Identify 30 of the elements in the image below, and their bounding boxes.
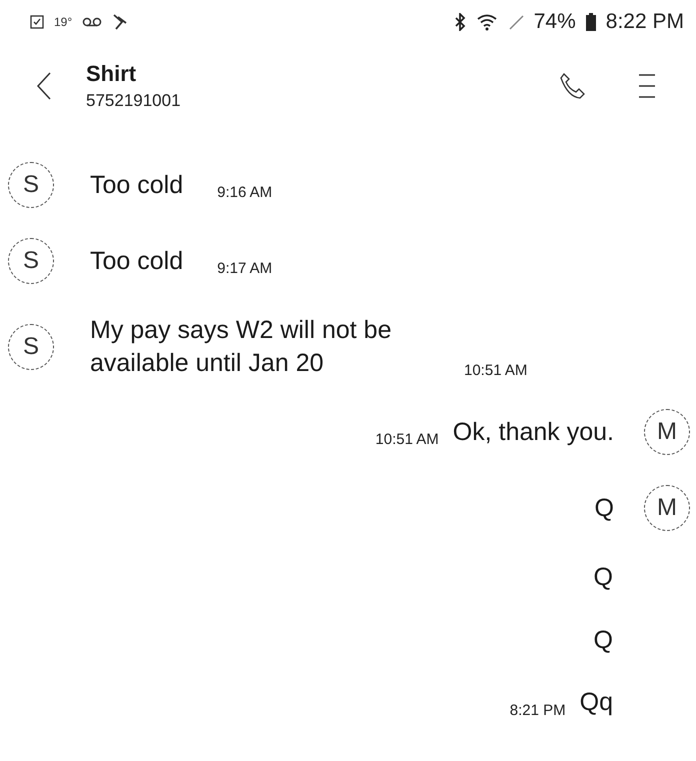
message-text: Q — [594, 624, 613, 656]
battery-icon — [586, 13, 596, 31]
back-icon[interactable] — [36, 71, 52, 101]
message-time: 9:16 AM — [217, 184, 272, 202]
message-text: Ok, thank you. — [452, 416, 614, 448]
message-text: Too cold — [90, 170, 184, 201]
wifi-icon — [476, 13, 498, 31]
avatar[interactable]: S — [8, 162, 54, 208]
phone-number: 5752191001 — [86, 91, 181, 111]
message-time: 8:21 PM — [510, 702, 566, 718]
menu-icon[interactable] — [638, 73, 656, 99]
avatar[interactable]: M — [644, 409, 690, 455]
voicemail-icon — [82, 17, 102, 27]
clock: 8:22 PM — [606, 10, 684, 34]
avatar[interactable]: S — [8, 238, 54, 284]
message-text: Q — [594, 562, 613, 593]
message-text: My pay says W2 will not be available until Jan 20 — [90, 315, 392, 378]
message-time: 10:51 AM — [375, 431, 439, 448]
message-text: Qq — [580, 687, 613, 718]
temperature: 19° — [54, 15, 72, 29]
message-time: 9:17 AM — [217, 260, 272, 278]
battery-percent: 74% — [534, 10, 576, 34]
checkbox-icon — [30, 15, 44, 29]
avatar[interactable]: S — [8, 324, 54, 370]
bluetooth-icon — [454, 13, 466, 31]
avatar[interactable]: M — [644, 485, 690, 531]
message-time: 10:51 AM — [464, 362, 528, 379]
contact-name: Shirt — [86, 61, 138, 87]
message-text: Q — [594, 492, 614, 524]
message-text: Too cold — [90, 246, 184, 277]
